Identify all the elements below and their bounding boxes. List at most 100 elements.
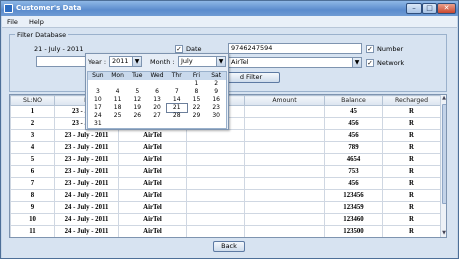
- calendar-day[interactable]: 1: [187, 80, 207, 88]
- table-row[interactable]: 9 24 - July - 2011 AirTel 123459 R: [10, 201, 441, 214]
- calendar-day[interactable]: 22: [187, 104, 207, 112]
- table-cell[interactable]: 11: [10, 225, 55, 237]
- table-cell[interactable]: AirTel: [118, 225, 187, 237]
- calendar-day[interactable]: 21: [165, 103, 188, 113]
- table-cell[interactable]: 123500: [324, 225, 383, 237]
- table-row[interactable]: 5 23 - July - 2011 AirTel 4654 R: [10, 153, 441, 166]
- table-cell[interactable]: [244, 177, 325, 190]
- table-cell[interactable]: 123456: [324, 189, 383, 202]
- calendar-day[interactable]: 24: [88, 112, 108, 120]
- table-cell[interactable]: [186, 141, 245, 154]
- calendar-day[interactable]: 30: [206, 112, 226, 120]
- calendar-day[interactable]: 13: [147, 96, 167, 104]
- close-button[interactable]: ✕: [437, 3, 456, 14]
- table-cell[interactable]: R: [382, 213, 441, 226]
- calendar-day[interactable]: 2: [206, 80, 226, 88]
- table-cell[interactable]: [186, 213, 245, 226]
- table-cell[interactable]: R: [382, 225, 441, 237]
- table-cell[interactable]: R: [382, 141, 441, 154]
- table-cell[interactable]: 23 - July - 2011: [54, 141, 119, 154]
- calendar-day[interactable]: 11: [108, 96, 128, 104]
- table-cell[interactable]: [186, 225, 245, 237]
- calendar-day[interactable]: 25: [108, 112, 128, 120]
- table-cell[interactable]: [244, 213, 325, 226]
- table-cell[interactable]: [244, 153, 325, 166]
- scroll-up-icon[interactable]: ▲: [441, 95, 446, 102]
- calendar-day[interactable]: 16: [206, 96, 226, 104]
- calendar-day[interactable]: 18: [108, 104, 128, 112]
- maximize-button[interactable]: □: [422, 3, 437, 14]
- calendar-day[interactable]: 6: [147, 88, 167, 96]
- calendar-day[interactable]: 31: [88, 120, 108, 128]
- table-cell[interactable]: 24 - July - 2011: [55, 238, 119, 239]
- table-cell[interactable]: [244, 225, 325, 237]
- table-cell[interactable]: 7: [10, 177, 55, 190]
- table-row[interactable]: 7 23 - July - 2011 AirTel 456 R: [10, 177, 441, 190]
- scroll-thumb[interactable]: [442, 104, 446, 204]
- table-cell[interactable]: AirTel: [118, 129, 187, 142]
- table-cell[interactable]: 456: [324, 129, 383, 142]
- calendar-day[interactable]: 19: [127, 104, 147, 112]
- table-cell[interactable]: 123459: [324, 201, 383, 214]
- calendar-day[interactable]: 15: [187, 96, 207, 104]
- menu-file[interactable]: File: [7, 18, 18, 26]
- column-header[interactable]: Recharged: [382, 95, 441, 106]
- vertical-scrollbar[interactable]: ▲ ▼: [440, 95, 446, 237]
- year-select[interactable]: 2011 ▼: [109, 56, 142, 67]
- calendar-day[interactable]: 20: [147, 104, 167, 112]
- chevron-down-icon[interactable]: ▼: [352, 58, 361, 67]
- table-cell[interactable]: R: [382, 105, 441, 118]
- table-cell[interactable]: AirTel: [118, 153, 187, 166]
- table-cell[interactable]: 24 - July - 2011: [54, 189, 119, 202]
- table-cell[interactable]: [244, 165, 325, 178]
- scroll-down-icon[interactable]: ▼: [441, 230, 446, 237]
- table-cell[interactable]: AirTel: [118, 165, 187, 178]
- calendar-day[interactable]: 7: [167, 88, 187, 96]
- table-cell[interactable]: 23 - July - 2011: [54, 129, 119, 142]
- table-cell[interactable]: AirTel: [118, 177, 187, 190]
- table-row[interactable]: 10 24 - July - 2011 AirTel 123460 R: [10, 213, 441, 226]
- table-cell[interactable]: 1: [10, 105, 55, 118]
- table-cell[interactable]: 123500: [325, 238, 383, 239]
- calendar-day[interactable]: 4: [108, 88, 128, 96]
- table-cell[interactable]: [186, 153, 245, 166]
- number-field[interactable]: 9746247594: [228, 43, 362, 54]
- table-cell[interactable]: R: [382, 129, 441, 142]
- table-cell[interactable]: [244, 117, 325, 130]
- calendar-day[interactable]: 8: [187, 88, 207, 96]
- table-row[interactable]: 8 24 - July - 2011 AirTel 123456 R: [10, 189, 441, 202]
- table-cell[interactable]: [244, 105, 325, 118]
- calendar-day[interactable]: 29: [187, 112, 207, 120]
- calendar-day[interactable]: 3: [88, 88, 108, 96]
- table-row[interactable]: 1224 - July - 2011AirTel9746247594501235…: [11, 238, 441, 239]
- menu-help[interactable]: Help: [29, 18, 44, 26]
- table-cell[interactable]: 45: [324, 105, 383, 118]
- column-header[interactable]: SL:NO: [10, 95, 55, 106]
- table-cell[interactable]: 123460: [324, 213, 383, 226]
- column-header[interactable]: Amount: [244, 95, 325, 106]
- chevron-down-icon[interactable]: ▼: [132, 57, 141, 66]
- table-cell[interactable]: 3: [10, 129, 55, 142]
- network-checkbox[interactable]: ✓: [366, 59, 374, 67]
- table-cell[interactable]: 50: [245, 238, 325, 239]
- table-cell[interactable]: AirTel: [119, 238, 187, 239]
- calendar-day[interactable]: 28: [167, 112, 187, 120]
- table-cell[interactable]: 12: [11, 238, 55, 239]
- table-cell[interactable]: R: [382, 201, 441, 214]
- calendar-day[interactable]: 27: [147, 112, 167, 120]
- network-select[interactable]: AirTel ▼: [228, 57, 362, 68]
- table-cell[interactable]: 456: [324, 117, 383, 130]
- table-cell[interactable]: 9: [10, 201, 55, 214]
- table-cell[interactable]: 8: [10, 189, 55, 202]
- table-cell[interactable]: [244, 141, 325, 154]
- title-bar[interactable]: Customer's Data – □ ✕: [1, 1, 458, 16]
- table-cell[interactable]: [186, 189, 245, 202]
- calendar-day[interactable]: 26: [127, 112, 147, 120]
- table-cell[interactable]: 4: [10, 141, 55, 154]
- calendar-day[interactable]: 9: [206, 88, 226, 96]
- table-cell[interactable]: [186, 129, 245, 142]
- table-cell[interactable]: AirTel: [118, 141, 187, 154]
- date-checkbox[interactable]: ✓: [175, 45, 183, 53]
- table-cell[interactable]: [186, 201, 245, 214]
- table-cell[interactable]: R: [382, 117, 441, 130]
